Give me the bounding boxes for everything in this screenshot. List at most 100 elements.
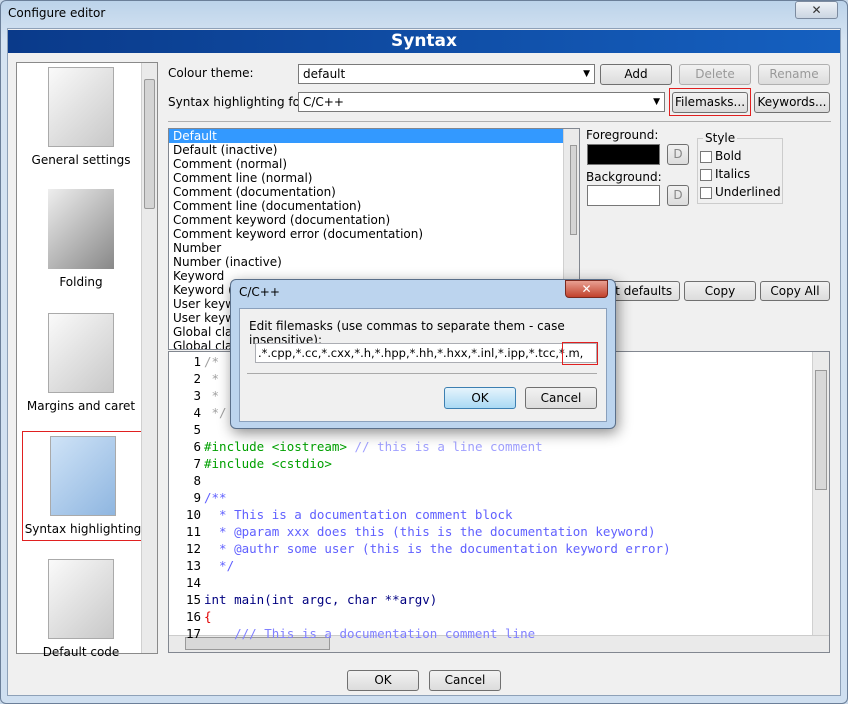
filemask-highlight [562, 342, 598, 365]
colour-theme-label: Colour theme: [168, 66, 254, 80]
code-text: /* [204, 354, 220, 369]
style-item[interactable]: Comment (normal) [169, 157, 579, 171]
code-line: */ [204, 558, 234, 573]
code-text: * @authr some user (this is the document… [204, 541, 671, 556]
style-item[interactable]: Default [169, 129, 579, 143]
folding-icon [48, 189, 114, 269]
line-number: 1 [193, 354, 201, 369]
divider [168, 121, 831, 122]
category-scrollbar[interactable] [141, 63, 157, 653]
syntax-language-value: C/C++ [303, 95, 344, 109]
category-margins-and-caret[interactable]: Margins and caret [25, 313, 137, 413]
line-number: 15 [185, 592, 201, 607]
style-item[interactable]: Comment line (documentation) [169, 199, 579, 213]
line-number: 2 [193, 371, 201, 386]
filemasks-dialog: C/C++ ✕ Edit filemasks (use commas to se… [230, 279, 616, 429]
code-line: int main(int argc, char **argv) [204, 592, 437, 607]
filemasks-input[interactable] [255, 343, 597, 363]
style-item[interactable]: Comment keyword (documentation) [169, 213, 579, 227]
code-line: /* [204, 354, 219, 369]
style-item[interactable]: Number [169, 241, 579, 255]
window-title: Configure editor [8, 6, 106, 20]
dialog-divider [247, 373, 597, 374]
line-number: 5 [193, 422, 201, 437]
code-line: /** [204, 490, 227, 505]
add-theme-button[interactable]: Add [600, 64, 672, 85]
page-title: Syntax [8, 30, 840, 53]
category-syntax-highlighting[interactable]: Syntax highlighting [22, 431, 144, 541]
line-number: 6 [193, 439, 201, 454]
line-comment: // this is a line comment [354, 439, 543, 454]
line-number: 13 [185, 558, 201, 573]
italics-checkbox[interactable]: Italics [700, 167, 750, 181]
background-label: Background: [586, 170, 662, 184]
ok-button[interactable]: OK [347, 670, 419, 691]
syntax-language-select[interactable]: C/C++ ▼ [298, 92, 665, 112]
close-icon: ✕ [811, 3, 822, 17]
keywords-button[interactable]: Keywords... [754, 92, 830, 113]
foreground-color-button[interactable] [587, 144, 660, 165]
code-text: { [204, 609, 212, 624]
bold-label: Bold [715, 149, 742, 163]
line-number: 4 [193, 405, 201, 420]
bold-checkbox[interactable]: Bold [700, 149, 742, 163]
code-line: * This is a documentation comment block [204, 507, 513, 522]
code-text: */ [204, 405, 227, 420]
foreground-default-button[interactable]: D [667, 144, 689, 165]
background-color-button[interactable] [587, 185, 660, 206]
underlined-label: Underlined [715, 185, 781, 199]
style-group-label: Style [703, 131, 738, 145]
cancel-button[interactable]: Cancel [429, 670, 501, 691]
category-general-settings[interactable]: General settings [25, 67, 137, 167]
editor-vscrollbar[interactable] [812, 352, 829, 637]
category-folding[interactable]: Folding [25, 189, 137, 289]
style-item[interactable]: Comment keyword error (documentation) [169, 227, 579, 241]
code-line: { [204, 609, 212, 624]
copy-all-button[interactable]: Copy All [760, 281, 830, 301]
category-label: General settings [31, 153, 131, 167]
line-number: 17 [185, 626, 201, 641]
category-label: Folding [59, 275, 103, 289]
colour-theme-select[interactable]: default ▼ [298, 64, 595, 84]
code-line: */ [204, 405, 227, 420]
rename-theme-button[interactable]: Rename [758, 64, 830, 85]
underlined-checkbox[interactable]: Underlined [700, 185, 781, 199]
category-default-code[interactable]: Default code [25, 559, 137, 659]
code-text: /// This is a documentation comment line [204, 626, 536, 641]
code-text: #include <iostream> [204, 439, 347, 454]
background-default-button[interactable]: D [667, 185, 689, 206]
style-item[interactable]: Default (inactive) [169, 143, 579, 157]
dialog-close-button[interactable]: ✕ [565, 280, 608, 298]
code-text: * [204, 388, 220, 403]
syntax-highlighting-icon [50, 436, 116, 516]
code-text: * [204, 371, 220, 386]
style-item[interactable]: Comment line (normal) [169, 171, 579, 185]
code-text: */ [204, 558, 235, 573]
italics-label: Italics [715, 167, 751, 181]
line-number: 16 [185, 609, 201, 624]
line-number: 9 [193, 490, 201, 505]
line-number: 12 [185, 541, 201, 556]
default-code-icon [48, 559, 114, 639]
style-item[interactable]: Comment (documentation) [169, 185, 579, 199]
close-icon: ✕ [581, 282, 592, 296]
window-close-button[interactable]: ✕ [795, 1, 838, 19]
category-label: Margins and caret [26, 399, 136, 413]
dialog-ok-button[interactable]: OK [444, 387, 516, 409]
style-item[interactable]: Number (inactive) [169, 255, 579, 269]
chevron-down-icon: ▼ [583, 69, 590, 79]
syntax-for-label: Syntax highlighting for: [168, 95, 309, 109]
code-text: * @param xxx does this (this is the docu… [204, 524, 656, 539]
delete-theme-button[interactable]: Delete [679, 64, 751, 85]
filemasks-button[interactable]: Filemasks... [672, 92, 748, 113]
line-number: 10 [185, 507, 201, 522]
copy-button[interactable]: Copy [684, 281, 756, 301]
code-line: * @authr some user (this is the document… [204, 541, 671, 556]
chevron-down-icon: ▼ [653, 97, 660, 107]
code-text: int main(int argc, char **argv) [204, 592, 438, 607]
category-label: Default code [42, 645, 120, 659]
code-line: #include <cstdio> [204, 456, 332, 471]
dialog-cancel-button[interactable]: Cancel [525, 387, 597, 409]
code-line: * @param xxx does this (this is the docu… [204, 524, 656, 539]
foreground-label: Foreground: [586, 128, 659, 142]
